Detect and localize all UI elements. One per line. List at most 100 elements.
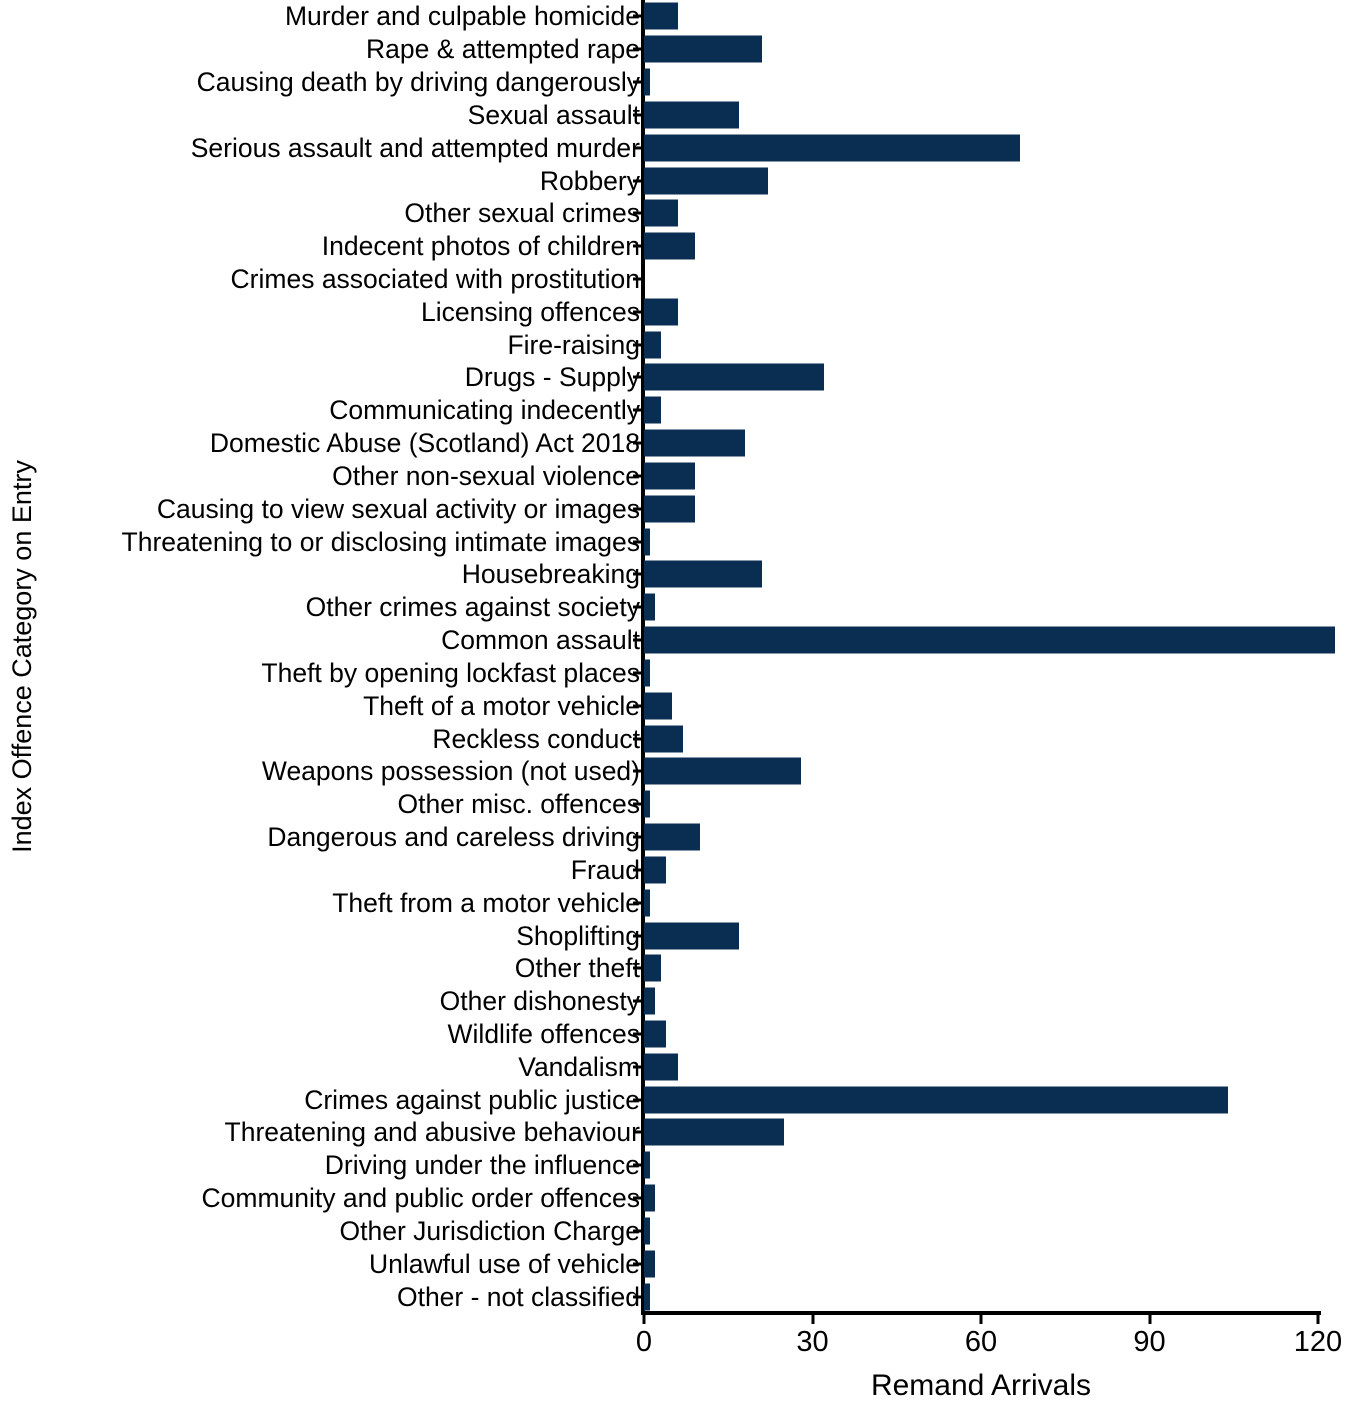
bar-row: Threatening to or disclosing intimate im…: [0, 525, 1346, 558]
y-tick-label: Other misc. offences: [397, 788, 640, 819]
bar-row: Other misc. offences: [0, 788, 1346, 821]
y-tick-mark: [633, 277, 643, 281]
y-tick-label: Housebreaking: [461, 559, 640, 590]
bar-row: Other crimes against society: [0, 591, 1346, 624]
y-tick-label: Rape & attempted rape: [365, 33, 640, 64]
bar: [644, 659, 650, 687]
bar-row: Sexual assault: [0, 98, 1346, 131]
y-tick-mark: [633, 572, 643, 576]
y-tick-mark: [633, 47, 643, 51]
y-tick-label: Domestic Abuse (Scotland) Act 2018: [209, 427, 640, 458]
y-tick-mark: [633, 1065, 643, 1069]
y-tick-mark: [633, 638, 643, 642]
bar-row: Rape & attempted rape: [0, 33, 1346, 66]
y-tick-mark: [633, 540, 643, 544]
y-tick-mark: [633, 1196, 643, 1200]
bar-row: Indecent photos of children: [0, 230, 1346, 263]
bar-row: Weapons possession (not used): [0, 755, 1346, 788]
bar-row: Other - not classified: [0, 1280, 1346, 1313]
y-tick-mark: [633, 14, 643, 18]
y-tick-label: Other theft: [514, 953, 640, 984]
bar: [644, 2, 678, 30]
y-tick-mark: [633, 211, 643, 215]
bar-row: Domestic Abuse (Scotland) Act 2018: [0, 427, 1346, 460]
y-tick-mark: [633, 1229, 643, 1233]
y-tick-label: Other non-sexual violence: [332, 460, 640, 491]
bar-row: Causing to view sexual activity or image…: [0, 492, 1346, 525]
bar-row: Community and public order offences: [0, 1182, 1346, 1215]
bar: [644, 134, 1021, 162]
x-tick-label: 120: [1293, 1326, 1343, 1358]
bar: [644, 232, 695, 260]
bar-row: Theft from a motor vehicle: [0, 886, 1346, 919]
bar-row: Other theft: [0, 952, 1346, 985]
bar: [644, 1151, 650, 1179]
bar-row: Common assault: [0, 624, 1346, 657]
bar: [644, 199, 678, 227]
y-tick-mark: [633, 835, 643, 839]
bar-row: Wildlife offences: [0, 1018, 1346, 1051]
y-tick-label: Dangerous and careless driving: [267, 821, 640, 852]
bar-row: Unlawful use of vehicle: [0, 1247, 1346, 1280]
bar-row: Fire-raising: [0, 328, 1346, 361]
bar-row: Dangerous and careless driving: [0, 821, 1346, 854]
bar: [644, 725, 684, 753]
bar: [644, 856, 667, 884]
bar: [644, 396, 661, 424]
bar-row: Robbery: [0, 164, 1346, 197]
y-tick-label: Crimes associated with prostitution: [230, 263, 640, 294]
y-tick-mark: [633, 671, 643, 675]
bar: [644, 922, 740, 949]
y-tick-label: Vandalism: [518, 1051, 640, 1082]
x-tick-mark: [642, 1313, 646, 1324]
y-tick-mark: [633, 999, 643, 1003]
y-tick-label: Murder and culpable homicide: [284, 1, 640, 32]
y-tick-label: Communicating indecently: [329, 395, 640, 426]
bar-row: Fraud: [0, 853, 1346, 886]
bar: [644, 626, 1335, 654]
bar-row: Other non-sexual violence: [0, 460, 1346, 493]
x-tick-label: 90: [1133, 1326, 1166, 1358]
y-tick-mark: [633, 1130, 643, 1134]
y-tick-label: Causing to view sexual activity or image…: [156, 493, 640, 524]
bar: [644, 1184, 656, 1212]
bar-row: Shoplifting: [0, 919, 1346, 952]
y-tick-mark: [633, 1295, 643, 1299]
bar: [644, 429, 746, 457]
bar: [644, 1118, 785, 1146]
y-tick-label: Threatening and abusive behaviour: [224, 1117, 640, 1148]
y-tick-mark: [633, 1163, 643, 1167]
bar: [644, 495, 695, 523]
bar: [644, 757, 802, 785]
y-tick-label: Other dishonesty: [439, 985, 640, 1016]
x-axis-title: Remand Arrivals: [870, 1369, 1092, 1402]
bar: [644, 462, 695, 490]
x-tick-mark: [979, 1313, 983, 1324]
y-tick-label: Causing death by driving dangerously: [196, 66, 640, 97]
y-tick-label: Wildlife offences: [447, 1018, 640, 1049]
bar: [644, 1086, 1229, 1114]
y-tick-label: Indecent photos of children: [321, 230, 640, 261]
y-tick-mark: [633, 1032, 643, 1036]
y-tick-label: Driving under the influence: [324, 1150, 640, 1181]
bar: [644, 101, 740, 129]
bar: [644, 363, 824, 391]
bar: [644, 331, 661, 359]
bar-row: Drugs - Supply: [0, 361, 1346, 394]
y-tick-label: Other - not classified: [396, 1281, 640, 1312]
y-tick-mark: [633, 737, 643, 741]
y-tick-mark: [633, 605, 643, 609]
x-tick-label: 0: [635, 1326, 653, 1358]
bar-row: Theft by opening lockfast places: [0, 657, 1346, 690]
x-tick-mark: [1148, 1313, 1151, 1324]
x-tick-mark: [1316, 1313, 1320, 1324]
bar: [644, 1217, 650, 1245]
bar: [644, 1283, 650, 1311]
bar-row: Theft of a motor vehicle: [0, 689, 1346, 722]
y-tick-mark: [633, 244, 643, 248]
y-tick-label: Other Jurisdiction Charge: [339, 1215, 640, 1246]
y-tick-mark: [633, 179, 643, 183]
y-tick-mark: [633, 934, 643, 937]
y-tick-label: Drugs - Supply: [464, 362, 640, 393]
bar: [644, 298, 678, 326]
